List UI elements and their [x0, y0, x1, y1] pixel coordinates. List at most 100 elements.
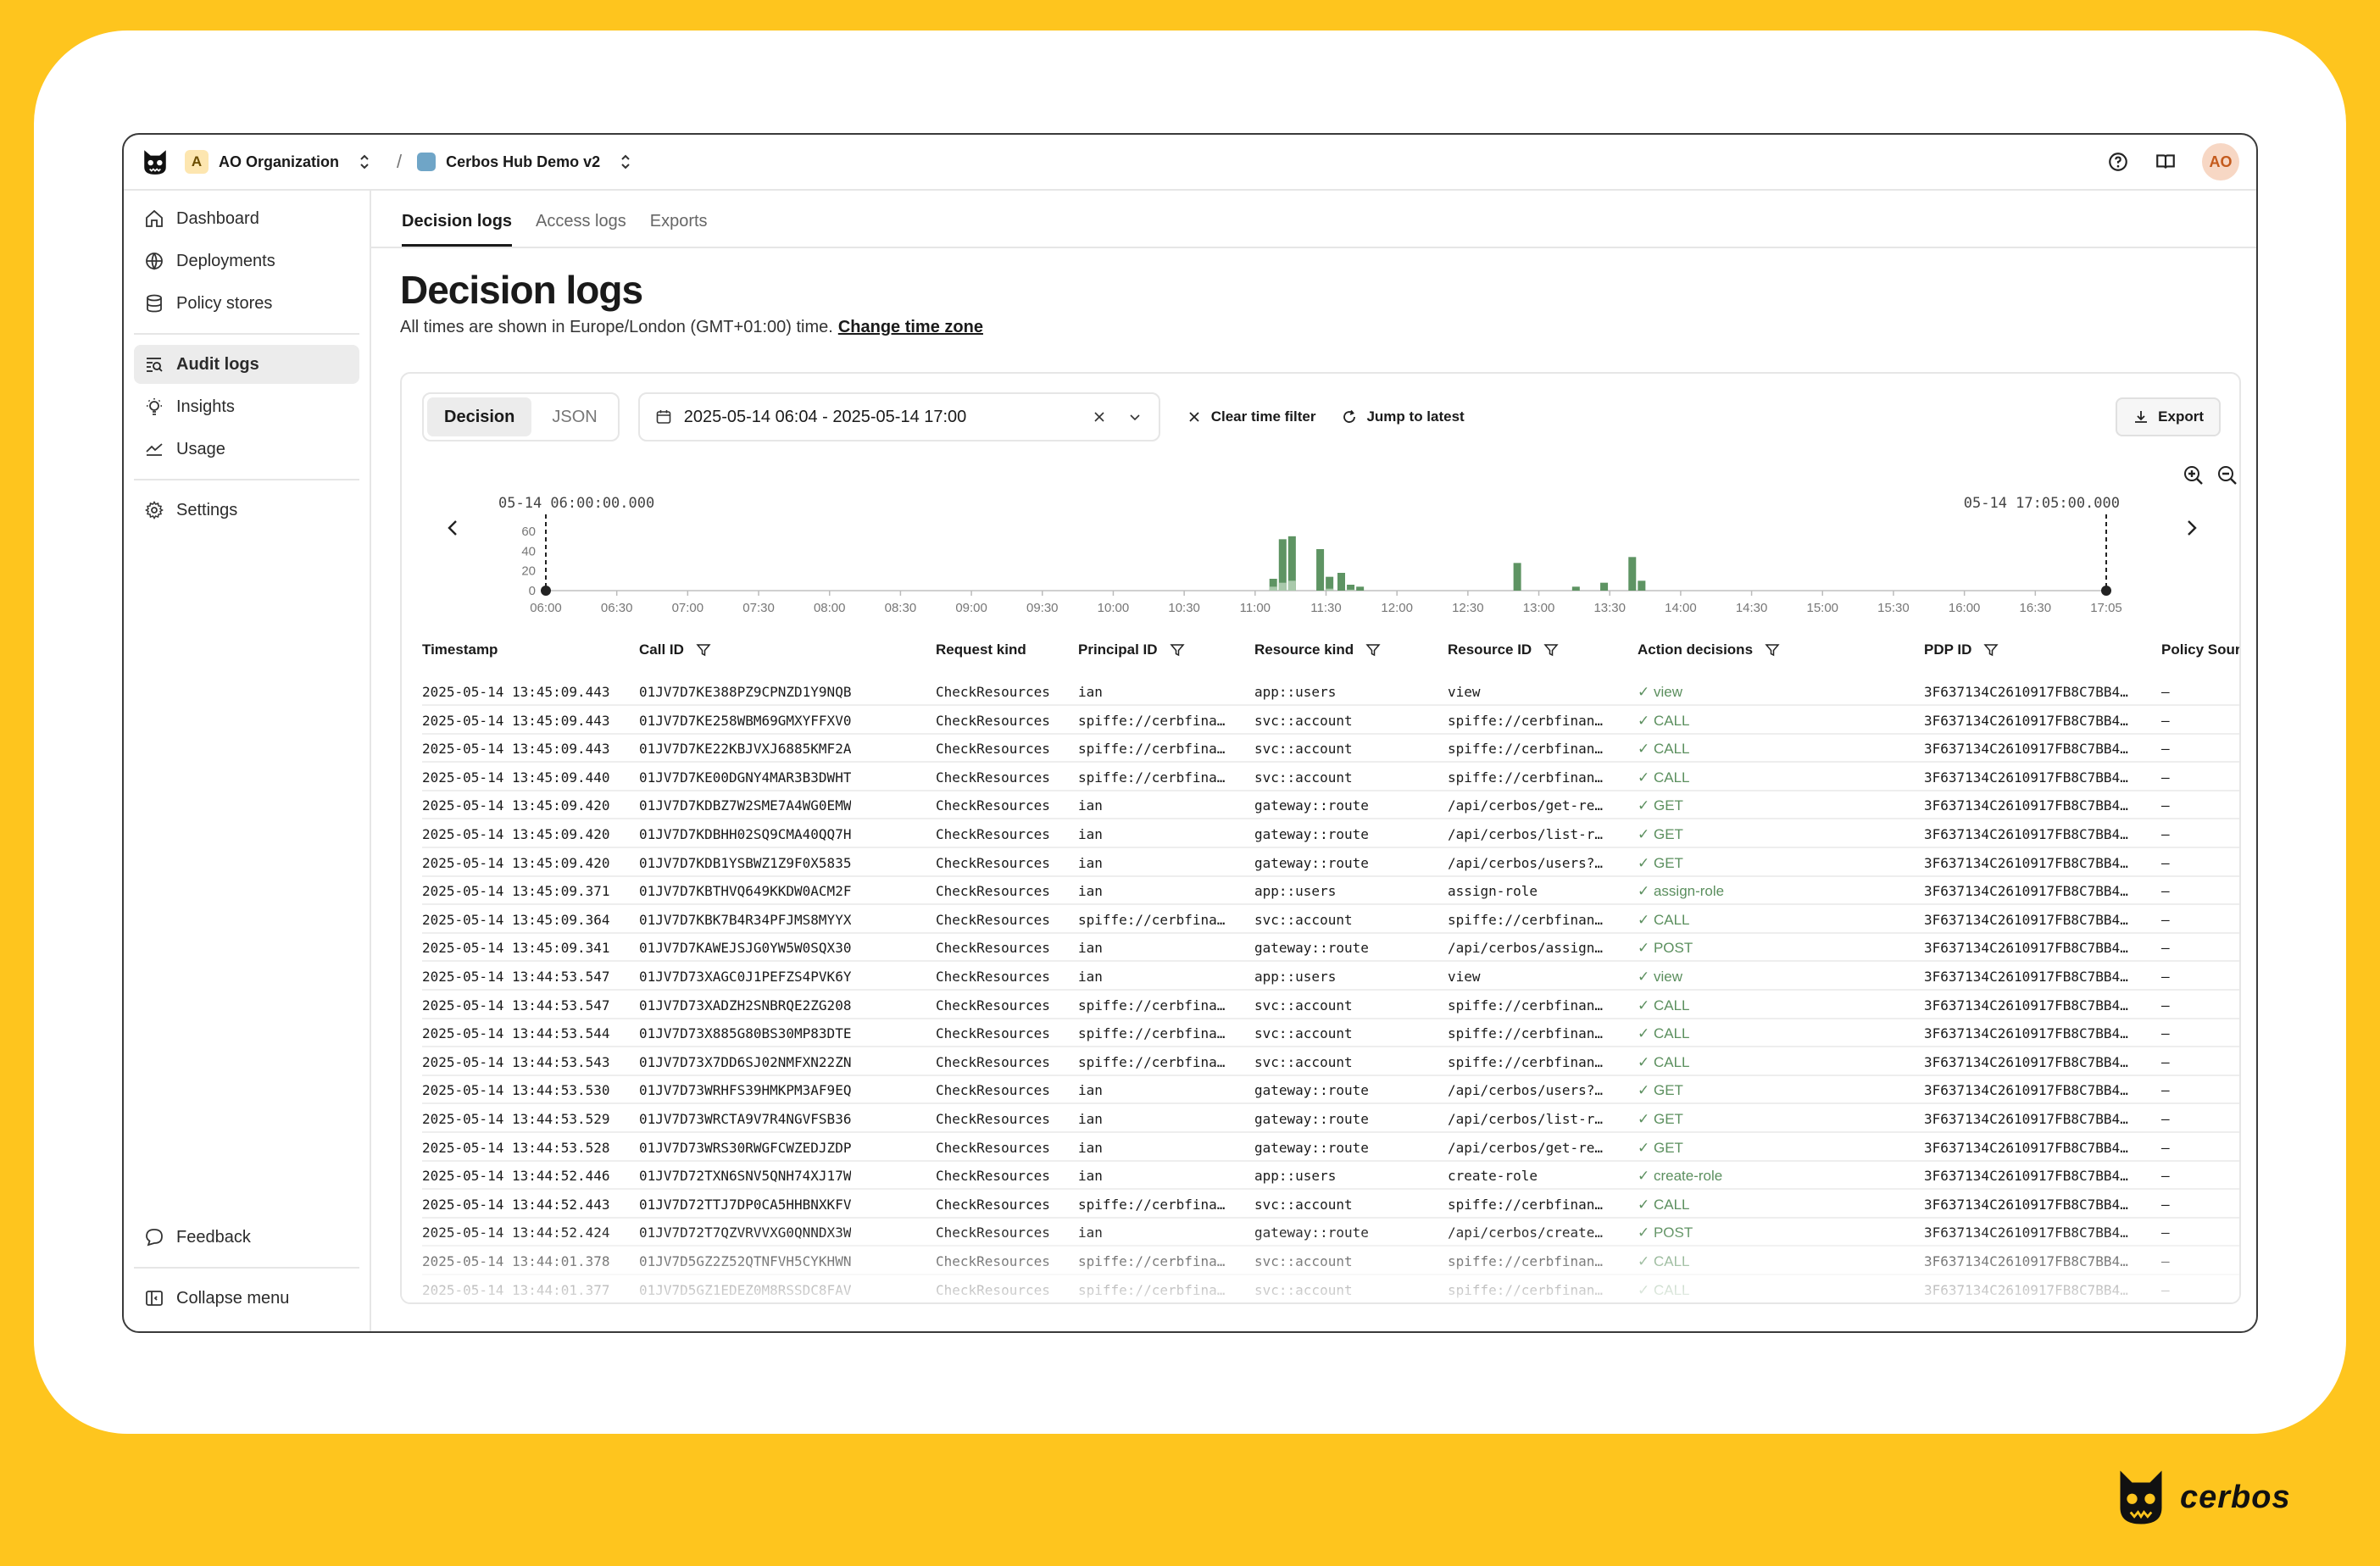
- zoom-in-icon[interactable]: [2188, 470, 2203, 485]
- docs-book-icon[interactable]: [2155, 151, 2177, 173]
- view-json-button[interactable]: JSON: [535, 397, 614, 436]
- table-row[interactable]: 2025-05-14 13:44:53.543 01JV7D73X7DD6SJ02…: [422, 1047, 2239, 1076]
- x-tick-label: 15:00: [1806, 601, 1838, 615]
- user-avatar[interactable]: AO: [2202, 143, 2239, 180]
- table-cell: ian: [1078, 969, 1103, 985]
- histogram-bar: [1356, 586, 1365, 591]
- column-header-label: Policy Sour: [2161, 641, 2241, 658]
- table-row[interactable]: 2025-05-14 13:45:09.341 01JV7D7KAWEJSJG0Y…: [422, 933, 2239, 963]
- tab-access-logs[interactable]: Access logs: [536, 212, 626, 247]
- sidebar-item-usage[interactable]: Usage: [134, 430, 359, 469]
- x-tick-label: 06:30: [601, 601, 633, 615]
- table-row[interactable]: 2025-05-14 13:45:09.440 01JV7D7KE00DGNY4M…: [422, 763, 2239, 791]
- decision-histogram-chart[interactable]: 05-14 06:00:00.000 05-14 17:05:00.000 60 40…: [402, 455, 2241, 616]
- table-cell: —: [2161, 797, 2170, 814]
- tab-exports[interactable]: Exports: [650, 212, 708, 247]
- column-header[interactable]: PDP ID: [1924, 641, 1999, 658]
- table-cell: svc::account: [1254, 1053, 1353, 1070]
- table-row[interactable]: 2025-05-14 13:45:09.443 01JV7D7KE258WBM69…: [422, 706, 2239, 735]
- filter-icon[interactable]: [1169, 642, 1185, 658]
- sidebar-item-insights[interactable]: Insights: [134, 387, 359, 426]
- action-decision: ✓ CALL: [1638, 769, 1690, 786]
- table-cell: /api/cerbos/users?…: [1448, 854, 1604, 871]
- filter-icon[interactable]: [1765, 642, 1780, 658]
- date-range-picker[interactable]: 2025-05-14 06:04 - 2025-05-14 17:00: [637, 392, 1160, 441]
- table-cell: 3F637134C2610917FB8C7BB4…: [1924, 940, 2128, 957]
- scroll-fade: [402, 1226, 2239, 1302]
- sidebar-item-policy-stores[interactable]: Policy stores: [134, 284, 359, 323]
- table-cell: —: [2161, 1025, 2170, 1042]
- table-row[interactable]: 2025-05-14 13:44:52.443 01JV7D72TTJ7DP0CA…: [422, 1190, 2239, 1219]
- feedback-button[interactable]: Feedback: [134, 1218, 359, 1257]
- export-button[interactable]: Export: [2116, 397, 2221, 436]
- table-cell: svc::account: [1254, 1196, 1353, 1213]
- org-switcher-chevrons-icon[interactable]: [358, 153, 371, 171]
- jump-to-latest-button[interactable]: Jump to latest: [1341, 408, 1465, 425]
- table-row[interactable]: 2025-05-14 13:44:53.547 01JV7D73XADZH2SNB…: [422, 991, 2239, 1019]
- sidebar-divider: [134, 479, 359, 480]
- table-row[interactable]: 2025-05-14 13:44:52.446 01JV7D72TXN6SNV5Q…: [422, 1161, 2239, 1191]
- view-decision-button[interactable]: Decision: [427, 397, 532, 436]
- table-row[interactable]: 2025-05-14 13:45:09.443 01JV7D7KE388PZ9CP…: [422, 677, 2239, 706]
- histogram-bar: [1337, 573, 1345, 591]
- org-name[interactable]: AO Organization: [219, 153, 339, 171]
- table-row[interactable]: 2025-05-14 13:44:53.530 01JV7D73WRHFS39HM…: [422, 1075, 2239, 1105]
- chevron-down-icon[interactable]: [1126, 408, 1143, 425]
- org-badge: A: [185, 150, 209, 174]
- table-row[interactable]: 2025-05-14 13:45:09.420 01JV7D7KDBHH02SQ9…: [422, 819, 2239, 848]
- sidebar-item-deployments[interactable]: Deployments: [134, 242, 359, 280]
- histogram-bar: [1316, 549, 1325, 591]
- column-header[interactable]: Request kind: [936, 641, 1026, 658]
- table-cell: 01JV7D7KDB1YSBWZ1Z9F0X5835: [639, 854, 852, 871]
- table-row[interactable]: 2025-05-14 13:45:09.371 01JV7D7KBTHVQ649K…: [422, 876, 2239, 906]
- column-header[interactable]: Resource ID: [1448, 641, 1559, 658]
- column-header[interactable]: Resource kind: [1254, 641, 1381, 658]
- table-row[interactable]: 2025-05-14 13:45:09.364 01JV7D7KBK7B4R34P…: [422, 905, 2239, 934]
- table-cell: app::users: [1254, 1168, 1337, 1185]
- table-row[interactable]: 2025-05-14 13:44:53.528 01JV7D73WRS30RWGF…: [422, 1133, 2239, 1162]
- histogram-bar: [1638, 580, 1646, 591]
- tab-decision-logs[interactable]: Decision logs: [402, 212, 513, 247]
- breadcrumb-separator: /: [397, 151, 403, 172]
- x-tick-label: 10:30: [1168, 601, 1200, 615]
- column-header[interactable]: Action decisions: [1638, 641, 1780, 658]
- table-cell: CheckResources: [936, 940, 1050, 957]
- table-row[interactable]: 2025-05-14 13:45:09.420 01JV7D7KDBZ7W2SME…: [422, 791, 2239, 820]
- help-icon[interactable]: [2107, 151, 2129, 173]
- clear-time-filter-button[interactable]: Clear time filter: [1186, 408, 1315, 425]
- chevron-right-icon[interactable]: [2188, 520, 2197, 536]
- column-header[interactable]: Principal ID: [1078, 641, 1185, 658]
- y-tick-label: 0: [529, 584, 536, 598]
- filter-icon[interactable]: [1543, 642, 1559, 658]
- change-time-zone-link[interactable]: Change time zone: [838, 318, 983, 336]
- sidebar-item-audit-logs[interactable]: Audit logs: [134, 345, 359, 384]
- collapse-menu-button[interactable]: Collapse menu: [134, 1279, 359, 1318]
- table-cell: 01JV7D7KE388PZ9CPNZD1Y9NQB: [639, 684, 852, 700]
- table-cell: —: [2161, 1111, 2170, 1127]
- table-cell: 3F637134C2610917FB8C7BB4…: [1924, 969, 2128, 985]
- sidebar-item-settings[interactable]: Settings: [134, 491, 359, 530]
- table-cell: —: [2161, 1168, 2170, 1185]
- column-header[interactable]: Policy Sour: [2161, 641, 2241, 658]
- clear-date-icon[interactable]: [1091, 408, 1108, 425]
- table-cell: 3F637134C2610917FB8C7BB4…: [1924, 1139, 2128, 1156]
- table-row[interactable]: 2025-05-14 13:44:53.544 01JV7D73X885G80BS…: [422, 1019, 2239, 1048]
- table-row[interactable]: 2025-05-14 13:45:09.443 01JV7D7KE22KBJVXJ…: [422, 734, 2239, 764]
- table-cell: ian: [1078, 797, 1103, 814]
- project-name[interactable]: Cerbos Hub Demo v2: [446, 153, 600, 171]
- filter-icon[interactable]: [1365, 642, 1381, 658]
- sidebar-item-dashboard[interactable]: Dashboard: [134, 199, 359, 238]
- column-header[interactable]: Timestamp: [422, 641, 498, 658]
- cerbos-logo-icon[interactable]: [141, 147, 170, 176]
- filter-icon[interactable]: [696, 642, 711, 658]
- table-row[interactable]: 2025-05-14 13:44:53.529 01JV7D73WRCTA9V7R…: [422, 1104, 2239, 1133]
- filter-icon[interactable]: [1983, 642, 1999, 658]
- table-row[interactable]: 2025-05-14 13:45:09.420 01JV7D7KDB1YSBWZ1…: [422, 848, 2239, 877]
- table-row[interactable]: 2025-05-14 13:44:53.547 01JV7D73XAGC0J1PE…: [422, 962, 2239, 991]
- table-cell: 01JV7D72TXN6SNV5QNH74XJ17W: [639, 1168, 852, 1185]
- table-cell: 01JV7D73WRS30RWGFCWZEDJZDP: [639, 1139, 852, 1156]
- column-header[interactable]: Call ID: [639, 641, 711, 658]
- project-switcher-chevrons-icon[interactable]: [619, 153, 632, 171]
- table-cell: 2025-05-14 13:44:53.547: [422, 997, 610, 1013]
- chevron-left-icon[interactable]: [448, 520, 457, 536]
